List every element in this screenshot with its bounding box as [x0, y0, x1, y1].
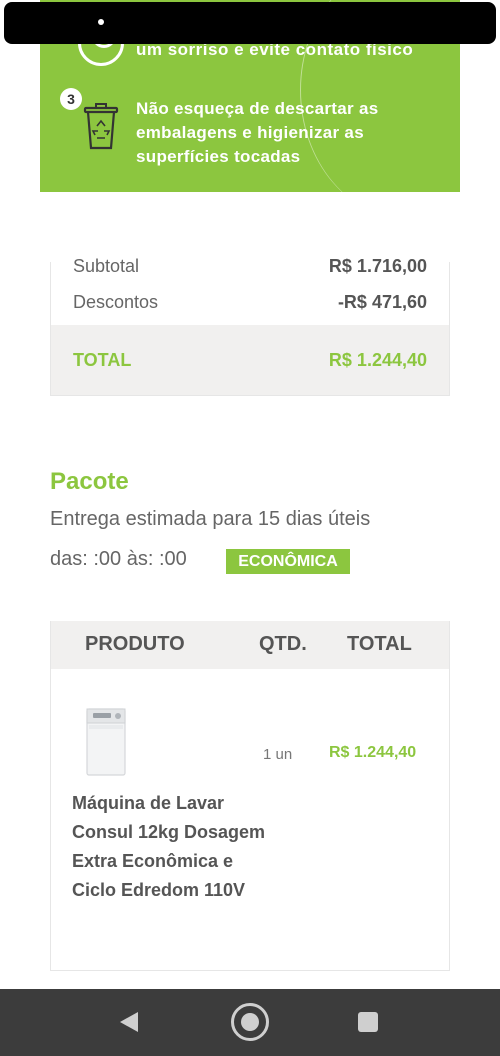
product-name[interactable]: Máquina de Lavar Consul 12kg Dosagem Ext…: [72, 789, 272, 905]
product-table: PRODUTO QTD. TOTAL 1 un R$ 1.244,40 Máqu…: [50, 621, 450, 971]
package-title: Pacote: [50, 468, 129, 495]
header-product: PRODUTO: [85, 633, 185, 655]
product-total: R$ 1.244,40: [329, 744, 417, 761]
status-bar: [4, 2, 496, 44]
header-total: TOTAL: [347, 633, 412, 655]
total-value: R$ 1.244,40: [328, 349, 427, 370]
back-icon[interactable]: [120, 1012, 138, 1032]
washing-machine-image[interactable]: [83, 707, 129, 777]
notification-dot: [98, 19, 104, 25]
delivery-time: das: :00 às: :00: [50, 548, 187, 570]
home-icon[interactable]: [231, 1003, 269, 1041]
step-number-badge: 3: [60, 88, 82, 110]
total-label: TOTAL: [73, 349, 132, 370]
discounts-value: -R$ 471,60: [337, 292, 427, 312]
subtotal-row: Subtotal R$ 1.716,00: [73, 256, 427, 277]
header-qty: QTD.: [259, 633, 307, 655]
discounts-row: Descontos -R$ 471,60: [73, 292, 427, 313]
subtotal-value: R$ 1.716,00: [328, 256, 427, 276]
tip-step-text: Não esqueça de descartar as embalagens e…: [136, 99, 379, 166]
recent-apps-icon[interactable]: [358, 1012, 378, 1032]
discounts-label: Descontos: [73, 292, 159, 312]
recycle-bin-icon: [83, 103, 119, 150]
android-nav-bar: [0, 989, 500, 1056]
shipping-type-badge: ECONÔMICA: [226, 549, 350, 574]
order-summary: Subtotal R$ 1.716,00 Descontos -R$ 471,6…: [50, 256, 450, 396]
delivery-estimate: Entrega estimada para 15 dias úteis: [50, 508, 371, 530]
subtotal-label: Subtotal: [73, 256, 140, 276]
total-row: TOTAL R$ 1.244,40: [51, 325, 449, 395]
product-qty: 1 un: [263, 746, 293, 763]
table-header: PRODUTO QTD. TOTAL: [51, 621, 449, 669]
